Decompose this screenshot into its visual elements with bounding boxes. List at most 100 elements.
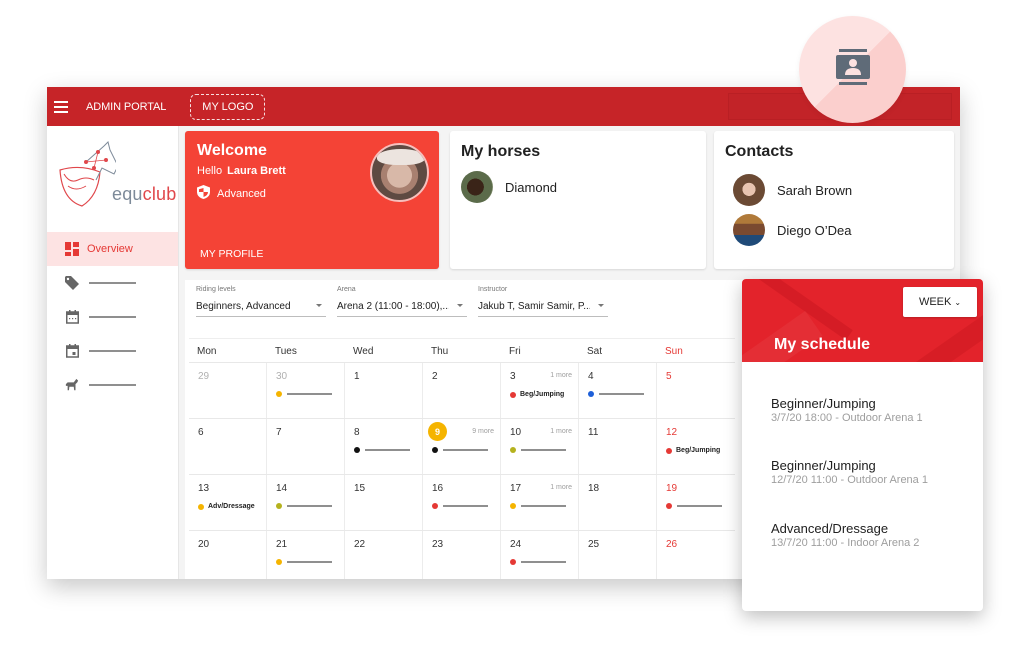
calendar-day-cell[interactable]: 24 [501, 531, 579, 579]
contact-avatar [733, 174, 765, 206]
calendar-day-cell[interactable]: 20 [189, 531, 267, 579]
day-number: 24 [510, 539, 522, 550]
day-number: 7 [276, 427, 282, 438]
calendar-day-cell[interactable]: 29 [189, 363, 267, 418]
calendar-event[interactable] [276, 559, 332, 565]
calendar-day-cell[interactable]: 8 [345, 419, 423, 474]
event-dot-icon [588, 391, 594, 397]
shield-icon [197, 185, 210, 202]
today-day-number: 9 [428, 422, 447, 441]
sidebar-item-tags[interactable] [47, 266, 178, 300]
calendar-day-cell[interactable]: 14 [267, 475, 345, 530]
event-dot-icon [510, 391, 516, 398]
calendar-event[interactable] [510, 447, 566, 453]
sidebar-item-events[interactable] [47, 334, 178, 368]
contacts-fab[interactable] [799, 16, 906, 123]
calendar-day-cell[interactable]: 12 Beg/Jumping [657, 419, 735, 474]
day-number: 6 [198, 427, 204, 438]
calendar-day-cell[interactable]: 1 [345, 363, 423, 418]
event-label: Beg/Jumping [520, 391, 565, 398]
sidebar-item-horses[interactable] [47, 368, 178, 402]
schedule-item[interactable]: Beginner/Jumping 12/7/20 11:00 - Outdoor… [771, 458, 928, 486]
calendar-day-cell[interactable]: 17 1 more [501, 475, 579, 530]
contact-avatar [733, 214, 765, 246]
my-profile-link[interactable]: MY PROFILE [200, 248, 263, 260]
calendar-day-cell[interactable]: 21 [267, 531, 345, 579]
calendar-day-cell[interactable]: 22 [345, 531, 423, 579]
calendar-day-cell[interactable]: 18 [579, 475, 657, 530]
calendar-day-cell[interactable]: 11 [579, 419, 657, 474]
riding-levels-select[interactable]: Riding levels Beginners, Advanced [196, 286, 326, 317]
more-events-link[interactable]: 1 more [550, 372, 572, 379]
calendar-day-cell[interactable]: 4 [579, 363, 657, 418]
logo-placeholder[interactable]: MY LOGO [190, 93, 266, 120]
calendar-day-cell[interactable]: 30 [267, 363, 345, 418]
calendar-day-cell[interactable]: 23 [423, 531, 501, 579]
more-events-link[interactable]: 1 more [550, 428, 572, 435]
day-number: 12 [666, 427, 678, 438]
calendar-event[interactable]: Beg/Jumping [510, 391, 564, 398]
sidebar: equclub Overview [47, 126, 179, 579]
calendar-event[interactable]: Adv/Dressage [198, 503, 255, 510]
level-label: Advanced [217, 187, 266, 200]
calendar-day-cell[interactable]: 9 9 more [423, 419, 501, 474]
event-placeholder-bar [365, 449, 410, 451]
week-view-dropdown[interactable]: WEEK ⌄ [903, 287, 977, 317]
sidebar-item-placeholder [89, 384, 136, 386]
calendar-day-cell[interactable]: 15 [345, 475, 423, 530]
schedule-item[interactable]: Advanced/Dressage 13/7/20 11:00 - Indoor… [771, 521, 919, 549]
brand-name-part2: club [142, 184, 177, 204]
schedule-item-detail: 12/7/20 11:00 - Outdoor Arena 1 [771, 474, 928, 486]
sidebar-item-calendar[interactable] [47, 300, 178, 334]
day-number: 25 [588, 539, 600, 550]
calendar-event[interactable] [276, 391, 332, 397]
instructor-select[interactable]: Instructor Jakub T, Samir Samir, P... [478, 286, 608, 317]
calendar-event[interactable] [510, 503, 566, 509]
calendar-event[interactable] [432, 503, 488, 509]
arena-select[interactable]: Arena Arena 2 (11:00 - 18:00),... [337, 286, 467, 317]
calendar-day-cell[interactable]: 16 [423, 475, 501, 530]
schedule-item-name: Advanced/Dressage [771, 521, 889, 536]
calendar-event[interactable] [510, 559, 566, 565]
horse-shield-logo-icon [59, 141, 119, 207]
calendar-day-cell[interactable]: 26 [657, 531, 735, 579]
calendar-day-cell[interactable]: 6 [189, 419, 267, 474]
calendar-event[interactable] [432, 447, 488, 453]
day-number: 14 [276, 483, 288, 494]
contacts-title: Contacts [725, 143, 794, 160]
horse-item[interactable]: Diamond [461, 171, 557, 203]
user-avatar[interactable] [370, 143, 429, 202]
calendar-day-cell[interactable]: 5 [657, 363, 735, 418]
more-events-link[interactable]: 1 more [550, 484, 572, 491]
hamburger-icon[interactable] [54, 100, 68, 113]
calendar-day-cell[interactable]: 25 [579, 531, 657, 579]
calendar-day-cell[interactable]: 19 [657, 475, 735, 530]
calendar-day-cell[interactable]: 2 [423, 363, 501, 418]
app-title: ADMIN PORTAL [86, 100, 167, 113]
calendar-event[interactable] [666, 503, 722, 509]
calendar-event[interactable] [588, 391, 644, 397]
calendar-event[interactable] [276, 503, 332, 509]
filter-label: Instructor [478, 286, 508, 293]
calendar-day-cell[interactable]: 3 1 more Beg/Jumping [501, 363, 579, 418]
day-number: 8 [354, 427, 360, 438]
contact-item[interactable]: Diego O’Dea [733, 214, 851, 246]
day-number: 2 [432, 371, 438, 382]
brand-logo[interactable]: equclub [56, 140, 176, 210]
calendar-day-cell[interactable]: 10 1 more [501, 419, 579, 474]
event-placeholder-bar [287, 505, 332, 507]
sidebar-item-overview[interactable]: Overview [47, 232, 178, 266]
calendar-week-row: 13 Adv/Dressage 14 15 16 17 1 more 18 19 [189, 474, 735, 530]
calendar-day-cell[interactable]: 7 [267, 419, 345, 474]
calendar-event[interactable]: Beg/Jumping [666, 447, 720, 454]
calendar-event[interactable] [354, 447, 410, 453]
contacts-card: Contacts Sarah Brown Diego O’Dea [714, 131, 954, 269]
weekday-label: Mon [197, 346, 217, 357]
filter-label: Arena [337, 286, 356, 293]
day-number: 21 [276, 539, 288, 550]
tag-icon [65, 276, 79, 290]
calendar-day-cell[interactable]: 13 Adv/Dressage [189, 475, 267, 530]
schedule-item[interactable]: Beginner/Jumping 3/7/20 18:00 - Outdoor … [771, 396, 923, 424]
more-events-link[interactable]: 9 more [472, 428, 494, 435]
contact-item[interactable]: Sarah Brown [733, 174, 852, 206]
